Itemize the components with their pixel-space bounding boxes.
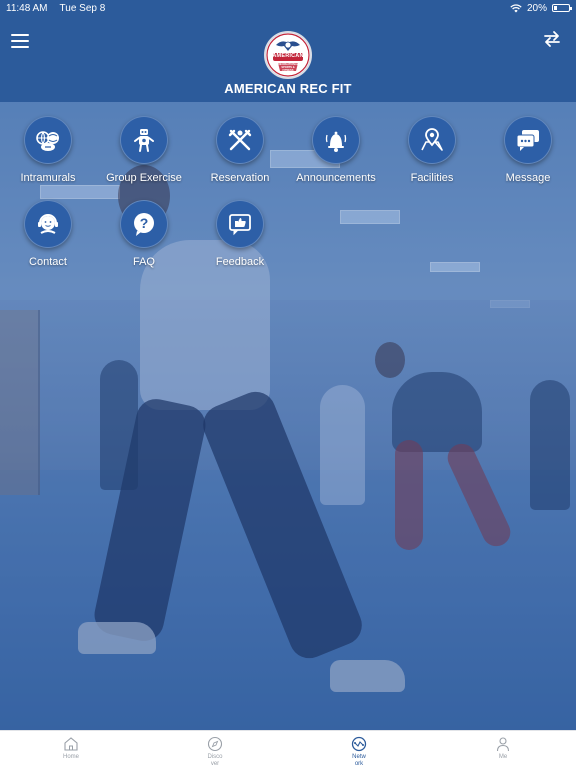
robot-fitness-icon — [134, 129, 154, 152]
app-title: AMERICAN REC FIT — [224, 81, 352, 96]
thumbs-up-bubble-icon — [229, 214, 251, 236]
tile-label: FAQ — [132, 256, 155, 268]
swap-arrows-icon[interactable] — [542, 30, 562, 48]
tile-label: Facilities — [410, 172, 454, 184]
tile-label: Feedback — [215, 256, 265, 268]
status-bar: 11:48 AM Tue Sep 8 20% — [0, 0, 576, 16]
map-pin-icon — [421, 128, 443, 151]
headset-person-icon — [38, 214, 58, 234]
tile-label: Contact — [29, 256, 67, 268]
tile-reservation[interactable]: Reservation — [192, 116, 288, 194]
tile-group-exercise[interactable]: Group Exercise — [96, 116, 192, 194]
question-bubble-icon: ? — [134, 213, 154, 236]
compass-icon — [207, 736, 223, 752]
tile-feedback[interactable]: Feedback — [192, 200, 288, 278]
bottom-tab-bar: Home Disco ver Netw ork Me — [0, 730, 576, 768]
hamburger-menu-icon[interactable] — [11, 34, 29, 48]
bell-icon — [325, 131, 347, 152]
tab-network[interactable]: Netw ork — [334, 736, 384, 768]
tab-me[interactable]: Me — [478, 736, 528, 768]
tab-home[interactable]: Home — [46, 736, 96, 768]
tab-label: Home — [62, 754, 79, 760]
chat-bubbles-icon — [516, 130, 539, 151]
tab-discover[interactable]: Disco ver — [190, 736, 240, 768]
person-icon — [496, 737, 510, 752]
tab-label: Me — [498, 754, 508, 760]
background-tint — [0, 102, 576, 730]
tab-label: Netw ork — [352, 754, 366, 767]
tile-faq[interactable]: ? FAQ — [96, 200, 192, 278]
sports-balls-icon — [36, 131, 59, 151]
tile-facilities[interactable]: Facilities — [384, 116, 480, 194]
status-time: 11:48 AM — [6, 2, 48, 14]
battery-icon — [552, 4, 572, 12]
home-icon — [64, 737, 78, 751]
battery-percent: 20% — [526, 2, 547, 14]
status-date: Tue Sep 8 — [59, 2, 106, 14]
tile-label: Announcements — [296, 172, 376, 184]
wifi-icon — [510, 3, 522, 12]
network-icon — [351, 736, 367, 752]
tab-label: Disco ver — [207, 754, 223, 767]
app-logo: AMERICAN RECREATIONAL SPORTS & FITNESS — [264, 31, 312, 79]
crossed-tools-icon — [228, 129, 252, 151]
tile-contact[interactable]: Contact — [0, 200, 96, 278]
tile-announcements[interactable]: Announcements — [288, 116, 384, 194]
tile-message[interactable]: Message — [480, 116, 576, 194]
logo-subtext: RECREATIONAL SPORTS & FITNESS — [278, 63, 299, 72]
tile-intramurals[interactable]: Intramurals — [0, 116, 96, 194]
tile-label: Group Exercise — [106, 172, 182, 184]
svg-text:?: ? — [140, 215, 149, 231]
tile-label: Reservation — [210, 172, 270, 184]
tile-label: Message — [505, 172, 551, 184]
tile-label: Intramurals — [20, 172, 76, 184]
logo-text: AMERICAN — [272, 53, 304, 59]
